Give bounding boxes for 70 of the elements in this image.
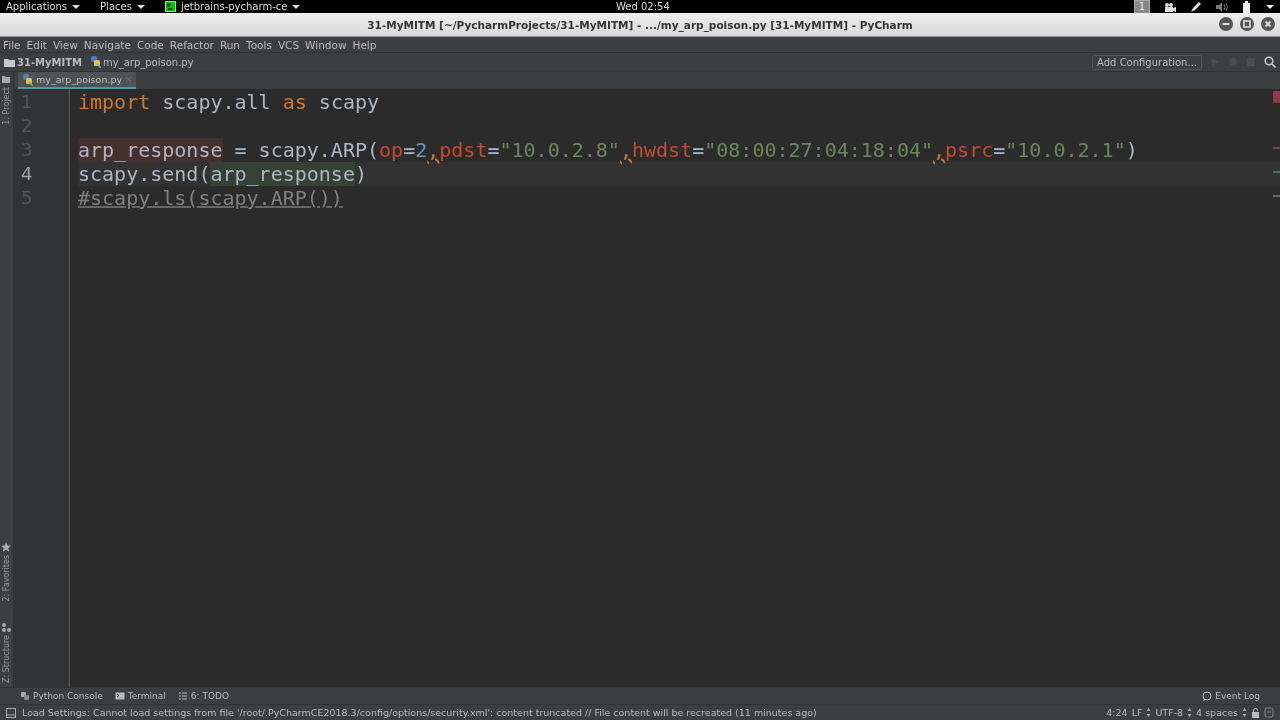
battery-icon <box>1242 0 1252 13</box>
structure-icon <box>1 622 11 632</box>
cursor-position[interactable]: 4:24 <box>1106 707 1128 718</box>
code-line: #scapy.ls(scapy.ARP()) <box>78 186 343 210</box>
tool-window-button[interactable]: 2: Favorites <box>0 542 12 602</box>
caret-icon <box>72 3 81 10</box>
encoding-selector[interactable]: UTF-8 <box>1155 707 1184 718</box>
inspector-icon <box>1264 707 1274 718</box>
menu-item[interactable]: Code <box>136 38 164 51</box>
line-number: 4 <box>20 162 34 186</box>
python-file-icon <box>90 56 101 68</box>
list-icon <box>177 691 188 701</box>
clock: Wed 02:54 <box>616 0 670 13</box>
code-line: arp_response = scapy.ARP(op=2,pdst="10.0.2.8",hwdst="08:00:27:04:18:04",psrc="10.0.2.1") <box>78 138 1138 162</box>
menu-item[interactable]: Run <box>219 38 241 51</box>
speech-bubble-icon <box>1202 691 1213 701</box>
speaker-icon <box>1216 1 1228 12</box>
python-file-icon <box>22 73 33 86</box>
folder-icon <box>4 57 15 67</box>
event-log-button[interactable]: Event Log <box>1202 691 1260 701</box>
search-icon[interactable] <box>1264 56 1276 68</box>
star-icon <box>1 542 11 552</box>
breadcrumb[interactable]: my_arp_poison.py <box>90 56 194 68</box>
line-separator-selector[interactable]: LF <box>1131 707 1143 718</box>
close-icon <box>125 76 133 83</box>
window-title: 31-MyMITM [~/PycharmProjects/31-MyMITM] - .../my_arp_poison.py [31-MyMITM] - PyCharm <box>367 18 913 31</box>
indent-selector[interactable]: 4 spaces <box>1196 707 1238 718</box>
menu-item[interactable]: Window <box>305 38 347 51</box>
menu-item[interactable]: Help <box>352 38 377 51</box>
code-line: import scapy.all as scapy <box>78 90 380 114</box>
panel-menu[interactable]: Places <box>100 1 145 12</box>
file-tab[interactable]: my_arp_poison.py <box>18 72 137 89</box>
close-button[interactable] <box>1261 17 1275 31</box>
up-down-icon <box>1146 708 1152 717</box>
up-down-icon <box>1187 708 1193 717</box>
panel-toggle-icon <box>6 707 16 718</box>
panel-menu[interactable]: Applications <box>6 1 81 12</box>
menu-item[interactable]: VCS <box>277 38 300 51</box>
error-stripe-mark <box>1272 91 1280 103</box>
menu-item[interactable]: Tools <box>246 38 272 51</box>
lock-icon <box>1251 707 1260 718</box>
menu-item[interactable]: View <box>52 38 78 51</box>
tool-window-button[interactable]: Terminal <box>114 691 166 701</box>
error-stripe-mark <box>1272 147 1280 149</box>
folder-icon <box>1 74 11 84</box>
tool-window-button[interactable]: 6: TODO <box>177 691 230 701</box>
menu-item[interactable]: Refactor <box>169 38 214 51</box>
workspace-indicator[interactable]: 1 <box>1133 0 1150 14</box>
caret-icon <box>1266 3 1274 10</box>
status-message: Load Settings: Cannot load settings from file '/root/.PyCharmCE2018.3/config/options/security.xml': content truncated // File content will be recreated (11 minutes ago) <box>22 707 817 718</box>
change-stripe-mark <box>1272 171 1280 173</box>
app-menu[interactable]: jetbrains-pycharm-ce <box>164 1 301 12</box>
python-icon <box>20 691 30 701</box>
caret-icon <box>292 3 301 10</box>
menu-item[interactable]: Edit <box>26 38 47 51</box>
tool-window-button[interactable]: 1: Project <box>0 74 12 125</box>
terminal-icon <box>114 691 125 701</box>
menu-item[interactable]: File <box>3 38 21 51</box>
breadcrumb[interactable]: 31-MyMITM <box>4 56 82 68</box>
tool-window-button[interactable]: Z: Structure <box>0 622 12 683</box>
maximize-button[interactable] <box>1240 17 1254 31</box>
caret-icon <box>136 3 145 10</box>
tool-window-button[interactable]: Python Console <box>20 691 103 701</box>
menu-item[interactable]: Navigate <box>83 38 131 51</box>
change-stripe-mark <box>1272 195 1280 197</box>
run-configuration-button[interactable]: Add Configuration... <box>1092 54 1202 70</box>
camera-icon <box>1164 1 1176 12</box>
pen-icon <box>1190 0 1202 13</box>
minimize-button[interactable] <box>1219 17 1233 31</box>
up-down-icon <box>1242 708 1247 717</box>
